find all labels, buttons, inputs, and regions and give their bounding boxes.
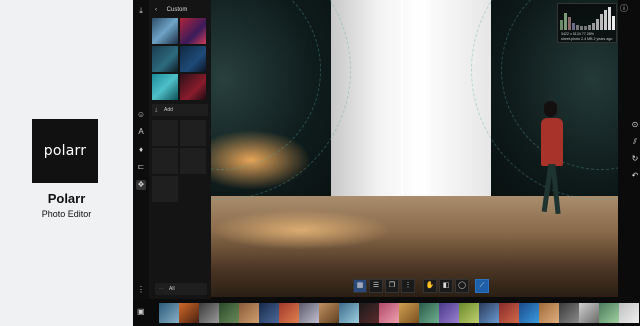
panel-title: Custom — [166, 7, 188, 13]
filmstrip-thumb[interactable] — [159, 303, 179, 323]
filmstrip-thumb[interactable] — [579, 303, 599, 323]
panel-header: ‹ Custom — [155, 5, 187, 15]
more-icon[interactable]: ⋮ — [401, 279, 415, 293]
filters-panel: ‹ Custom ⤓ Add ⋯ All — [149, 0, 211, 300]
tool-rail: ⤓ ☺ A ♦ ⊏ ❖ ⋮ — [133, 0, 149, 300]
filmstrip-thumb[interactable] — [259, 303, 279, 323]
mask-icon[interactable]: ◯ — [455, 279, 469, 293]
filmstrip-thumb[interactable] — [599, 303, 619, 323]
filmstrip-thumb[interactable] — [559, 303, 579, 323]
filmstrip-thumb[interactable] — [419, 303, 439, 323]
filmstrip-thumb[interactable] — [479, 303, 499, 323]
histogram-chart — [560, 6, 616, 30]
refresh-icon[interactable]: ↻ — [630, 154, 640, 164]
compare-icon[interactable]: ◧ — [439, 279, 453, 293]
filmstrip-thumb[interactable] — [519, 303, 539, 323]
empty-slot — [180, 148, 206, 174]
filmstrip-thumb[interactable] — [239, 303, 259, 323]
text-icon[interactable]: A — [136, 127, 146, 137]
download-icon[interactable]: ⤓ — [136, 6, 146, 16]
screen: polarr Polarr Photo Editor ⤓ ☺ A ♦ ⊏ ❖ ⋮… — [0, 0, 640, 326]
brush-icon[interactable]: ♦ — [136, 145, 146, 155]
face-icon[interactable]: ☺ — [136, 110, 146, 120]
add-filter-button[interactable]: ⤓ Add — [152, 104, 208, 116]
more-icon[interactable]: ⋮ — [136, 285, 146, 295]
light-line — [424, 0, 426, 210]
adjust-icon[interactable]: ☰ — [369, 279, 383, 293]
crop-icon[interactable]: ⊏ — [136, 162, 146, 172]
filmstrip-thumb[interactable] — [299, 303, 319, 323]
filmstrip-thumb[interactable] — [199, 303, 219, 323]
filmstrip-thumb[interactable] — [399, 303, 419, 323]
back-icon[interactable]: ‹ — [155, 5, 165, 15]
filter-thumb[interactable] — [180, 74, 206, 100]
magic-icon[interactable]: ⫽ — [630, 137, 640, 147]
photo-canvas[interactable] — [211, 0, 618, 297]
logo-text: polarr — [43, 143, 87, 159]
subject-head — [544, 101, 557, 117]
empty-slot — [180, 120, 206, 146]
info-icon[interactable]: ⓘ — [619, 4, 629, 14]
hand-icon[interactable]: ✋ — [423, 279, 437, 293]
empty-slot — [152, 176, 178, 202]
filter-category-pill[interactable]: ⋯ All — [155, 283, 207, 295]
gallery-icon[interactable]: ▣ — [137, 307, 145, 316]
filmstrip-thumb[interactable] — [339, 303, 359, 323]
pin-icon[interactable]: ⟋ — [475, 279, 489, 293]
app-name: Polarr — [47, 191, 86, 206]
image-meta: street-photo 2.4 MB 2 years ago — [561, 37, 613, 41]
filmstrip-thumb[interactable] — [279, 303, 299, 323]
canvas-toolbar: ▦ ☰ ❐ ⋮ ✋ ◧ ◯ ⟋ — [353, 279, 489, 295]
filter-thumb[interactable] — [152, 18, 178, 44]
add-label: Add — [164, 107, 173, 113]
filmstrip-thumb[interactable] — [439, 303, 459, 323]
filmstrip-thumb[interactable] — [379, 303, 399, 323]
empty-slot — [152, 120, 178, 146]
undo-icon[interactable]: ↶ — [630, 171, 640, 181]
list-icon: ⋯ — [159, 286, 164, 292]
promo-panel: polarr Polarr Photo Editor — [0, 0, 133, 326]
filmstrip-thumb[interactable] — [319, 303, 339, 323]
filmstrip-thumb[interactable] — [219, 303, 239, 323]
filmstrip-thumb[interactable] — [539, 303, 559, 323]
filter-icon[interactable]: ❖ — [136, 180, 146, 190]
copy-icon[interactable]: ❐ — [385, 279, 399, 293]
light-line — [401, 0, 403, 210]
subject-coat — [541, 118, 563, 166]
filmstrip-thumb[interactable] — [619, 303, 639, 323]
add-icon: ⤓ — [155, 107, 158, 113]
polarr-logo: polarr — [32, 119, 98, 183]
filter-category-label: All — [169, 286, 175, 292]
floor-reflection — [211, 210, 391, 250]
crop-icon[interactable]: ⊙ — [630, 120, 640, 130]
filter-thumb[interactable] — [180, 46, 206, 72]
filter-icon[interactable]: ▦ — [353, 279, 367, 293]
empty-slot — [152, 148, 178, 174]
filter-thumb[interactable] — [180, 18, 206, 44]
filter-thumb[interactable] — [152, 74, 178, 100]
filmstrip-thumb[interactable] — [359, 303, 379, 323]
image-info: 3422 x 5134 77.28% street-photo 2.4 MB 2… — [561, 32, 617, 42]
app-subtitle: Photo Editor — [41, 209, 92, 219]
photo-center-corridor — [331, 0, 491, 200]
filter-thumb[interactable] — [152, 46, 178, 72]
histogram-panel[interactable]: 3422 x 5134 77.28% street-photo 2.4 MB 2… — [557, 3, 617, 43]
filmstrip-thumb[interactable] — [499, 303, 519, 323]
filmstrip-thumb[interactable] — [459, 303, 479, 323]
filmstrip: ▣ — [133, 299, 640, 326]
app-window: ⤓ ☺ A ♦ ⊏ ❖ ⋮ ‹ Custom ⤓ Add ⋯ All 3422 … — [133, 0, 640, 326]
filmstrip-thumb[interactable] — [179, 303, 199, 323]
